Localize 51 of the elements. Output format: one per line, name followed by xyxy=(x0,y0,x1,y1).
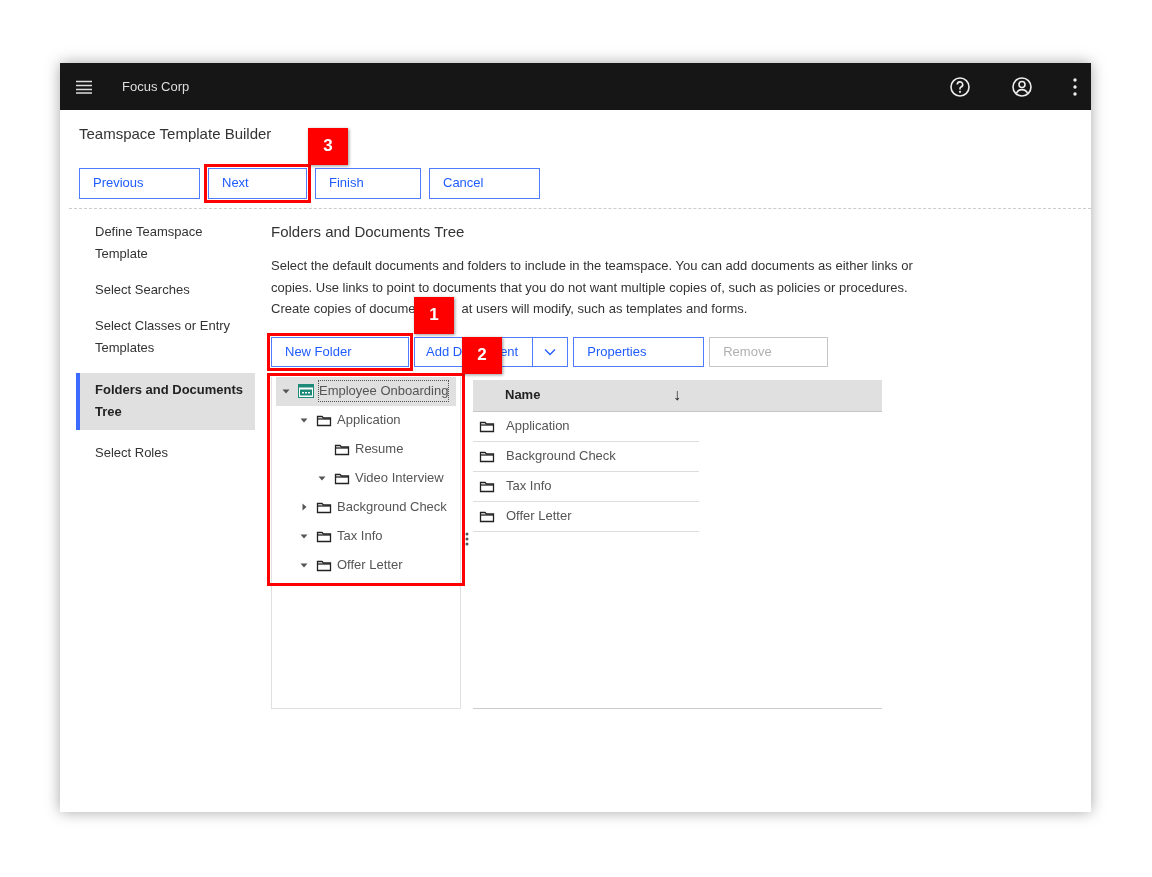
user-icon[interactable] xyxy=(1011,75,1033,98)
callout-badge: 1 xyxy=(414,296,454,334)
description-text: Select the default documents and folders to include in the teamspace. You can add documents as either links or xyxy=(271,257,913,275)
folder-icon xyxy=(479,449,495,463)
tree-node-label[interactable]: Resume xyxy=(355,439,404,459)
sort-indicator[interactable]: ↓ xyxy=(673,383,681,407)
menu-icon[interactable] xyxy=(76,79,92,94)
tree-node-label[interactable]: Video Interview xyxy=(355,468,444,488)
folder-icon xyxy=(316,500,332,514)
step-item[interactable]: Define Teamspace Template xyxy=(76,220,255,279)
folder-icon xyxy=(316,558,332,572)
tree-node-label[interactable]: Application xyxy=(337,410,401,430)
help-icon[interactable] xyxy=(949,75,971,98)
step-item[interactable]: Select Roles xyxy=(76,441,255,478)
folder-icon xyxy=(316,413,332,427)
folder-icon xyxy=(479,509,495,523)
wizard-button[interactable]: Previous xyxy=(79,167,200,199)
folder-icon xyxy=(479,479,495,493)
folder-icon xyxy=(334,442,350,456)
app-name: Focus Corp xyxy=(122,77,190,96)
wizard-button[interactable]: Cancel xyxy=(429,167,540,199)
folder-icon xyxy=(316,529,332,543)
dropdown-button[interactable] xyxy=(533,336,569,367)
step-item[interactable]: Select Classes or Entry Templates xyxy=(76,314,255,373)
description-text: at users will modify, such as templates and forms. xyxy=(461,300,748,318)
step-item[interactable]: Select Searches xyxy=(76,278,255,315)
description-text: copies. Use links to point to documents that you do not want multiple copies of, such as policies or procedures. xyxy=(271,278,908,297)
tree-node-label[interactable]: Tax Info xyxy=(337,526,383,546)
table-cell-text: Tax Info xyxy=(506,477,552,496)
section-heading: Folders and Documents Tree xyxy=(271,221,466,242)
folder-icon xyxy=(479,419,495,433)
toolbar-button[interactable]: Properties xyxy=(573,336,705,367)
teamspace-icon xyxy=(298,384,314,398)
splitter-handle-icon[interactable] xyxy=(465,531,469,546)
page-title: Teamspace Template Builder xyxy=(79,124,272,144)
overflow-menu-icon[interactable] xyxy=(1073,77,1077,96)
folder-icon xyxy=(334,471,350,485)
wizard-button[interactable]: Next xyxy=(208,167,307,199)
callout-badge: 2 xyxy=(462,336,502,374)
wizard-button[interactable]: Finish xyxy=(315,167,421,199)
table-cell-text: Offer Letter xyxy=(506,507,572,526)
table-cell-text: Background Check xyxy=(506,447,616,466)
callout-badge: 3 xyxy=(308,127,348,165)
tree-node-label[interactable]: Background Check xyxy=(337,497,447,517)
tree-node-label[interactable]: Offer Letter xyxy=(337,555,403,575)
toolbar-button[interactable]: New Folder xyxy=(271,336,409,367)
table-cell-text: Application xyxy=(506,417,570,436)
column-header[interactable]: Name xyxy=(505,385,673,405)
chevron-down-icon xyxy=(544,347,557,356)
step-item[interactable]: Folders and Documents Tree xyxy=(76,372,255,430)
description-text: Create copies of docume xyxy=(271,300,416,318)
